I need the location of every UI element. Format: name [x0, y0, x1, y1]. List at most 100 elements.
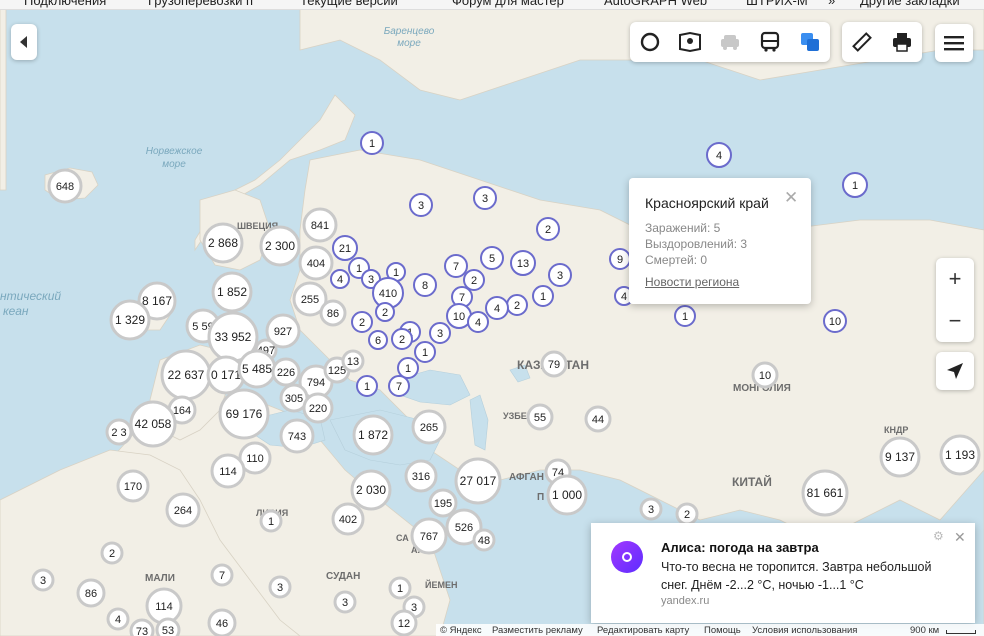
zoom-in-button[interactable]: + — [936, 258, 974, 300]
cluster-marker[interactable]: 86 — [319, 299, 347, 327]
cluster-marker[interactable]: 195 — [428, 488, 458, 518]
cluster-marker[interactable]: 226 — [271, 357, 301, 387]
cluster-marker[interactable]: 9 — [609, 248, 631, 270]
cluster-marker[interactable]: 3 — [333, 590, 357, 614]
geolocation-button[interactable] — [936, 352, 974, 390]
cluster-marker[interactable]: 1 000 — [546, 474, 588, 516]
cluster-marker[interactable]: 1 — [397, 357, 419, 379]
cluster-marker[interactable]: 48 — [472, 528, 496, 552]
cluster-marker[interactable]: 2 — [100, 541, 124, 565]
cluster-marker[interactable]: 2 — [506, 294, 528, 316]
cluster-marker[interactable]: 86 — [76, 578, 106, 608]
cluster-marker[interactable]: 2 — [351, 311, 373, 333]
cluster-marker[interactable]: 265 — [411, 409, 447, 445]
popup-close-button[interactable]: ✕ — [784, 188, 798, 208]
cluster-marker[interactable]: 10 — [823, 309, 847, 333]
cluster-marker[interactable]: 55 — [526, 403, 554, 431]
cluster-marker[interactable]: 114 — [210, 453, 246, 489]
cluster-marker[interactable]: 46 — [207, 608, 237, 636]
bookmark-item[interactable]: Форум для мастер — [452, 0, 564, 8]
cluster-marker[interactable]: 1 — [674, 305, 696, 327]
cluster-marker[interactable]: 2 300 — [259, 225, 301, 267]
panorama-button[interactable] — [670, 22, 710, 62]
cluster-marker[interactable]: 8 — [413, 273, 437, 297]
cluster-marker[interactable]: 3 — [473, 186, 497, 210]
cluster-marker[interactable]: 81 661 — [801, 469, 849, 517]
cluster-marker[interactable]: 4 — [106, 607, 130, 631]
cluster-marker[interactable]: 170 — [116, 469, 150, 503]
cluster-marker[interactable]: 1 — [842, 172, 868, 198]
transport-button[interactable] — [750, 22, 790, 62]
cluster-marker[interactable]: 402 — [331, 502, 365, 536]
cluster-marker[interactable]: 9 137 — [879, 436, 921, 478]
help-link[interactable]: Помощь — [704, 625, 741, 636]
cluster-marker[interactable]: 316 — [404, 459, 438, 493]
cluster-marker[interactable]: 2 — [375, 302, 395, 322]
cluster-marker[interactable]: 3 — [548, 263, 572, 287]
cluster-marker[interactable]: 69 176 — [218, 388, 270, 440]
cluster-marker[interactable]: 404 — [298, 245, 334, 281]
cluster-marker[interactable]: 21 — [332, 235, 358, 261]
cluster-marker[interactable]: 1 — [259, 509, 283, 533]
cluster-marker[interactable]: 1 — [360, 131, 384, 155]
cluster-marker[interactable]: 841 — [302, 207, 338, 243]
cluster-marker[interactable]: 7 — [388, 375, 410, 397]
advertise-link[interactable]: Разместить рекламу — [492, 625, 583, 636]
cluster-marker[interactable]: 767 — [410, 517, 448, 555]
region-news-link[interactable]: Новости региона — [645, 275, 739, 289]
cluster-marker[interactable]: 1 193 — [939, 434, 981, 476]
cluster-marker[interactable]: 1 852 — [211, 271, 253, 313]
cluster-marker[interactable]: 7 — [210, 563, 234, 587]
cluster-marker[interactable]: 648 — [47, 168, 83, 204]
cluster-marker[interactable]: 264 — [165, 492, 201, 528]
cluster-marker[interactable]: 73 — [129, 618, 155, 636]
cluster-marker[interactable]: 13 — [341, 349, 365, 373]
cluster-marker[interactable]: 2 030 — [350, 469, 392, 511]
gear-icon[interactable]: ⚙ — [933, 529, 944, 543]
cluster-marker[interactable]: 6 — [368, 330, 388, 350]
layers-button[interactable] — [790, 22, 830, 62]
bookmark-item[interactable]: Грузоперевозки п — [148, 0, 253, 8]
layer-toggle-button[interactable] — [630, 22, 670, 62]
alice-notification[interactable]: Алиса: погода на завтра Что-то весна не … — [591, 523, 975, 623]
cluster-marker[interactable]: 10 — [751, 361, 779, 389]
cluster-marker[interactable]: 4 — [485, 296, 509, 320]
cluster-marker[interactable]: 4 — [467, 311, 489, 333]
cluster-marker[interactable]: 2 868 — [202, 222, 244, 264]
bookmark-item[interactable]: Подключения — [24, 0, 106, 8]
cluster-marker[interactable]: 1 — [532, 285, 554, 307]
terms-link[interactable]: Условия использования — [752, 625, 857, 636]
cluster-marker[interactable]: 42 058 — [129, 400, 177, 448]
cluster-marker[interactable]: 1 872 — [352, 414, 394, 456]
cluster-marker[interactable]: 22 637 — [160, 349, 212, 401]
cluster-marker[interactable]: 4 — [706, 142, 732, 168]
cluster-marker[interactable]: 3 — [639, 497, 663, 521]
cluster-marker[interactable]: 743 — [279, 418, 315, 454]
cluster-marker[interactable]: 1 — [388, 576, 412, 600]
cluster-marker[interactable]: 2 3 — [105, 418, 133, 446]
cluster-marker[interactable]: 114 — [145, 587, 183, 625]
cluster-marker[interactable]: 1 — [414, 341, 436, 363]
cluster-marker[interactable]: 44 — [584, 405, 612, 433]
cluster-marker[interactable]: 220 — [302, 392, 334, 424]
bookmarks-overflow[interactable]: » — [828, 0, 835, 8]
edit-map-link[interactable]: Редактировать карту — [597, 625, 689, 636]
print-button[interactable] — [882, 22, 922, 62]
cluster-marker[interactable]: 79 — [540, 350, 568, 378]
cluster-marker[interactable]: 2 — [675, 502, 699, 526]
cluster-marker[interactable]: 27 017 — [454, 457, 502, 505]
cluster-marker[interactable]: 5 485 — [237, 349, 277, 389]
bookmark-item[interactable]: AutoGRAPH Web — [604, 0, 707, 8]
cluster-marker[interactable]: 3 — [409, 193, 433, 217]
cluster-marker[interactable]: 3 — [31, 568, 55, 592]
cluster-marker[interactable]: 2 — [536, 217, 560, 241]
cluster-marker[interactable]: 2 — [463, 269, 485, 291]
cluster-marker[interactable]: 5 — [480, 246, 504, 270]
bookmark-item[interactable]: Текущие версии — [300, 0, 398, 8]
zoom-out-button[interactable]: − — [936, 300, 974, 342]
cluster-marker[interactable]: 2 — [391, 328, 413, 350]
cluster-marker[interactable]: 53 — [155, 617, 181, 636]
cluster-marker[interactable]: 13 — [510, 250, 536, 276]
cluster-marker[interactable]: 7 — [444, 254, 468, 278]
cluster-marker[interactable]: 3 — [429, 322, 451, 344]
